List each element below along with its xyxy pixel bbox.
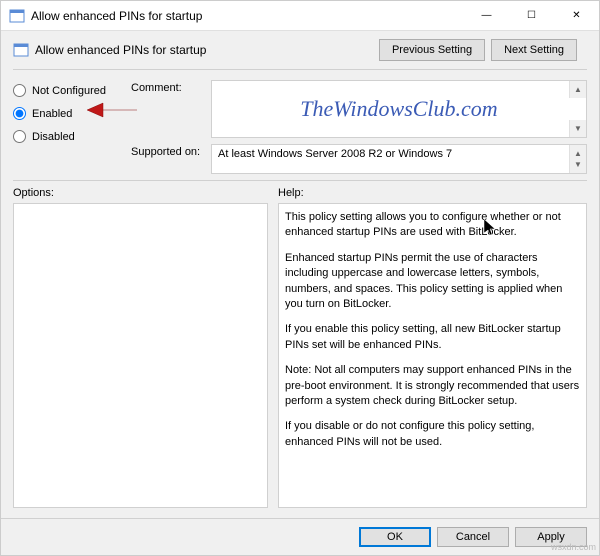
maximize-button[interactable]: ☐ [509,1,554,30]
help-paragraph: This policy setting allows you to config… [285,210,580,241]
help-panel: Help: This policy setting allows you to … [278,187,587,508]
minimize-button[interactable]: ― [464,1,509,30]
policy-icon [13,42,29,58]
subtitle-text: Allow enhanced PINs for startup [35,43,379,57]
help-label: Help: [278,187,587,199]
window-title: Allow enhanced PINs for startup [31,9,464,23]
options-panel: Options: [13,187,268,508]
radio-label: Not Configured [32,85,106,97]
scroll-down-icon[interactable]: ▼ [569,120,586,137]
radio-enabled[interactable]: Enabled [13,107,123,120]
supported-value: At least Windows Server 2008 R2 or Windo… [218,148,452,160]
radio-label: Disabled [32,131,75,143]
options-box [13,203,268,508]
help-paragraph: Enhanced startup PINs permit the use of … [285,251,580,313]
next-setting-button[interactable]: Next Setting [491,39,577,61]
footer: OK Cancel Apply [1,518,599,555]
main-area: Options: Help: This policy setting allow… [1,181,599,518]
help-paragraph: Note: Not all computers may support enha… [285,363,580,409]
radio-disabled[interactable]: Disabled [13,130,123,143]
options-label: Options: [13,187,268,199]
titlebar: Allow enhanced PINs for startup ― ☐ ✕ [1,1,599,31]
radio-not-configured[interactable]: Not Configured [13,84,123,97]
radio-label: Enabled [32,108,72,120]
policy-icon [9,8,25,24]
dialog-window: Allow enhanced PINs for startup ― ☐ ✕ Al… [0,0,600,556]
close-button[interactable]: ✕ [554,1,599,30]
window-controls: ― ☐ ✕ [464,1,599,30]
comment-textarea[interactable]: ▲ TheWindowsClub.com ▼ [211,80,587,138]
subtitle-bar: Allow enhanced PINs for startup Previous… [1,31,599,69]
help-paragraph: If you enable this policy setting, all n… [285,322,580,353]
help-paragraph: If you disable or do not configure this … [285,419,580,450]
comment-label: Comment: [131,80,205,94]
ok-button[interactable]: OK [359,527,431,547]
radio-group: Not Configured Enabled Disabled [13,80,123,174]
apply-button[interactable]: Apply [515,527,587,547]
supported-text-box: At least Windows Server 2008 R2 or Windo… [211,144,587,174]
scroll-up-icon[interactable]: ▲ [569,81,586,98]
cancel-button[interactable]: Cancel [437,527,509,547]
help-box[interactable]: This policy setting allows you to config… [278,203,587,508]
watermark-text: TheWindowsClub.com [300,96,497,122]
previous-setting-button[interactable]: Previous Setting [379,39,485,61]
scroll-down-icon[interactable]: ▼ [569,156,586,173]
config-area: Not Configured Enabled Disabled Comment:… [1,70,599,180]
supported-label: Supported on: [131,144,205,158]
